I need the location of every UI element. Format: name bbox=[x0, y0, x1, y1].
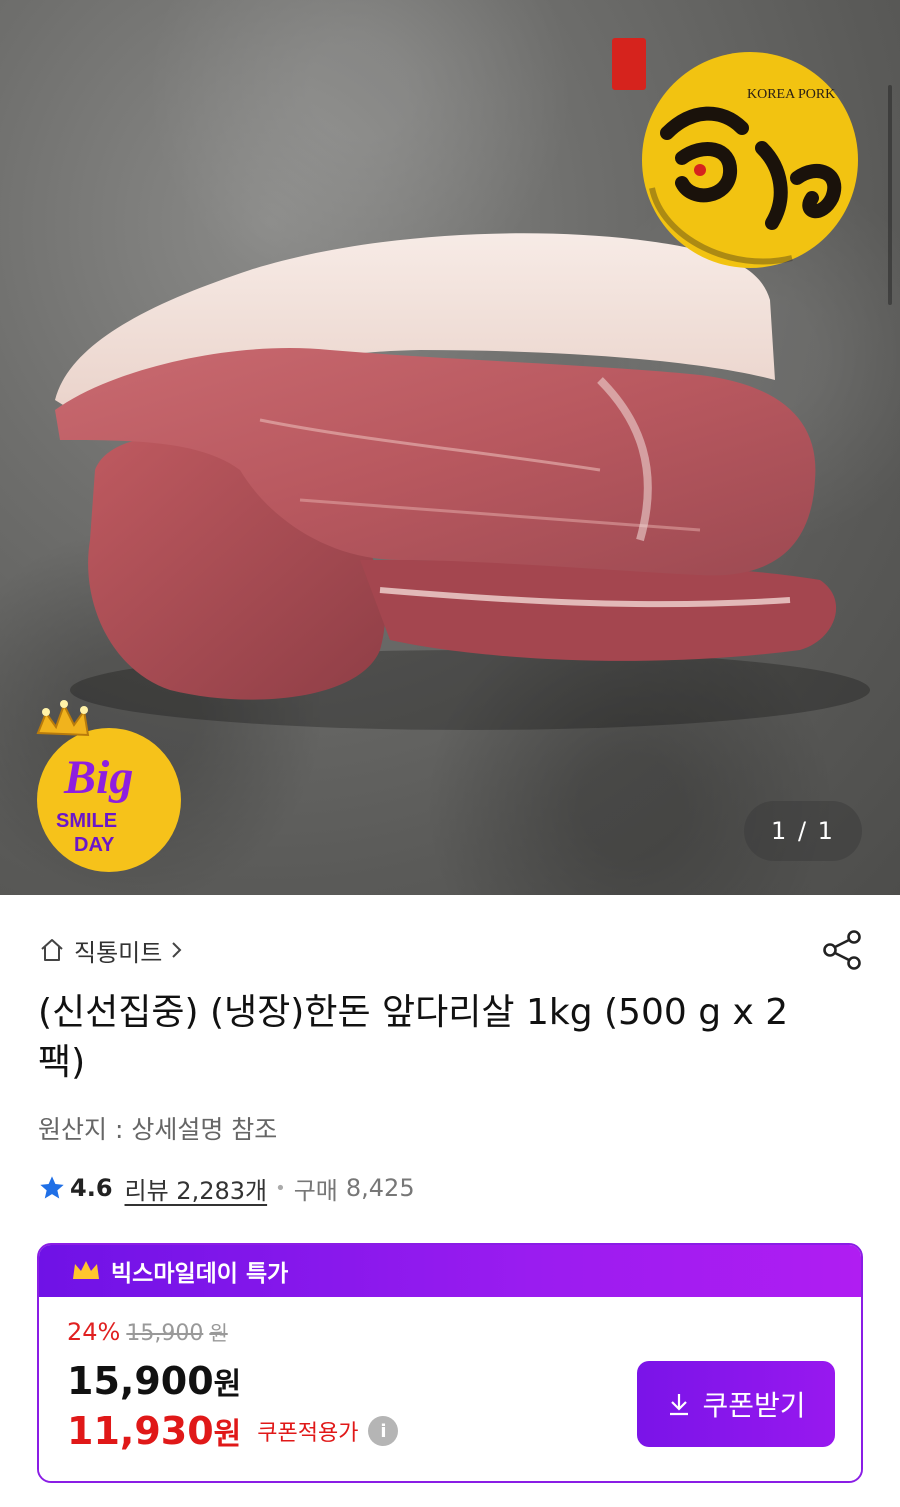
discount-row: 24% 15,900 원 bbox=[67, 1317, 228, 1346]
get-coupon-label: 쿠폰받기 bbox=[702, 1390, 806, 1421]
sale-price-unit: 원 bbox=[213, 1367, 242, 1402]
image-pager: 1 / 1 bbox=[744, 801, 862, 861]
logo-caption: KOREA PORK bbox=[747, 87, 835, 102]
review-link[interactable]: 리뷰 2,283개 bbox=[125, 1171, 268, 1206]
deal-title: 빅스마일데이 특가 bbox=[111, 1261, 289, 1287]
badge-smile-text: SMILE bbox=[56, 810, 117, 832]
seller-name: 직통미트 bbox=[74, 938, 163, 967]
coupon-price-unit: 원 bbox=[213, 1417, 242, 1452]
download-icon bbox=[670, 1394, 689, 1416]
product-origin: 원산지 : 상세설명 참조 bbox=[38, 1115, 278, 1144]
star-icon bbox=[40, 1176, 64, 1199]
badge-day-text: DAY bbox=[74, 834, 115, 856]
big-smile-day-badge: Big SMILE DAY bbox=[24, 695, 194, 875]
deal-header: 빅스마일데이 특가 bbox=[39, 1245, 861, 1297]
sale-price-row: 15,900 원 bbox=[67, 1359, 241, 1403]
coupon-price-label: 쿠폰적용가 bbox=[257, 1421, 359, 1446]
coupon-price: 11,930 bbox=[67, 1409, 214, 1453]
product-image[interactable]: KOREA PORK Big SMILE DAY 1 / 1 bbox=[0, 0, 900, 895]
info-icon[interactable]: i bbox=[368, 1416, 399, 1446]
product-title: (신선집중) (냉장)한돈 앞다리살 1kg (500 g x 2팩) bbox=[38, 992, 789, 1083]
get-coupon-button[interactable]: 쿠폰받기 bbox=[637, 1361, 835, 1447]
deal-box: 빅스마일데이 특가 24% 15,900 원 15,900 원 11,930원 쿠폰… bbox=[37, 1243, 863, 1483]
discount-rate: 24% bbox=[67, 1318, 121, 1346]
original-price: 15,900 bbox=[126, 1321, 204, 1346]
coupon-price-row: 11,930원 쿠폰적용가 i bbox=[67, 1409, 399, 1453]
badge-big-text: Big bbox=[63, 751, 133, 804]
crown-icon bbox=[73, 1261, 99, 1279]
purchase-count: 8,425 bbox=[345, 1174, 415, 1202]
rating-score: 4.6 bbox=[70, 1174, 113, 1202]
separator-dot: • bbox=[275, 1177, 286, 1199]
rating-row: 4.6 리뷰 2,283개 • 구매 8,425 bbox=[38, 1170, 415, 1206]
share-icon[interactable] bbox=[820, 927, 866, 973]
home-icon bbox=[41, 939, 63, 961]
crown-icon bbox=[36, 700, 90, 737]
chevron-right-icon bbox=[172, 942, 182, 958]
scrollbar-thumb[interactable] bbox=[888, 85, 892, 305]
hantol-brand-logo: KOREA PORK bbox=[612, 38, 858, 268]
sale-price: 15,900 bbox=[67, 1359, 214, 1403]
original-price-unit: 원 bbox=[209, 1321, 228, 1345]
purchase-label: 구매 bbox=[293, 1176, 338, 1205]
seller-link[interactable]: 직통미트 bbox=[38, 930, 184, 970]
